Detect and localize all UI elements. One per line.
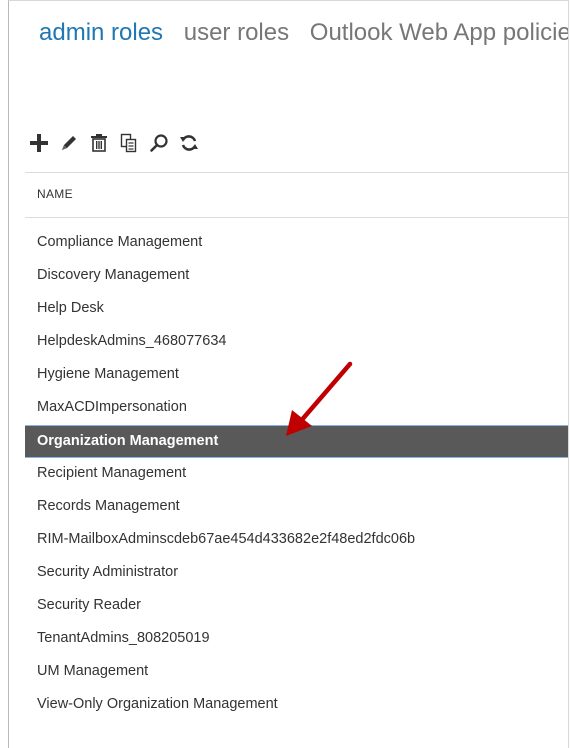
search-icon[interactable] bbox=[147, 131, 171, 155]
annotation-arrow-icon bbox=[286, 361, 353, 436]
tab-user-roles[interactable]: user roles bbox=[184, 19, 289, 47]
table-row[interactable]: HelpdeskAdmins_468077634 bbox=[25, 326, 568, 359]
table-row[interactable]: Help Desk bbox=[25, 293, 568, 326]
table-row[interactable]: Compliance Management bbox=[25, 227, 568, 260]
table-header: NAME bbox=[25, 172, 568, 218]
table-row[interactable]: View-Only Organization Management bbox=[25, 689, 568, 722]
column-header-name[interactable]: NAME bbox=[37, 187, 73, 201]
add-icon[interactable] bbox=[27, 131, 51, 155]
tab-outlook-web-app-policies[interactable]: Outlook Web App policies bbox=[310, 19, 568, 47]
tab-admin-roles[interactable]: admin roles bbox=[39, 19, 163, 47]
table-row[interactable]: UM Management bbox=[25, 656, 568, 689]
copy-icon[interactable] bbox=[117, 131, 141, 155]
table-row[interactable]: Security Reader bbox=[25, 590, 568, 623]
roles-list: Compliance Management Discovery Managemen… bbox=[25, 227, 568, 722]
table-row[interactable]: Records Management bbox=[25, 491, 568, 524]
toolbar bbox=[27, 131, 207, 155]
refresh-icon[interactable] bbox=[177, 131, 201, 155]
edit-icon[interactable] bbox=[57, 131, 81, 155]
table-row[interactable]: Discovery Management bbox=[25, 260, 568, 293]
table-row[interactable]: Security Administrator bbox=[25, 557, 568, 590]
table-row[interactable]: TenantAdmins_808205019 bbox=[25, 623, 568, 656]
table-row[interactable]: Recipient Management bbox=[25, 458, 568, 491]
table-row[interactable]: RIM-MailboxAdminscdeb67ae454d433682e2f48… bbox=[25, 524, 568, 557]
tab-bar: admin roles user roles Outlook Web App p… bbox=[39, 19, 568, 47]
delete-icon[interactable] bbox=[87, 131, 111, 155]
